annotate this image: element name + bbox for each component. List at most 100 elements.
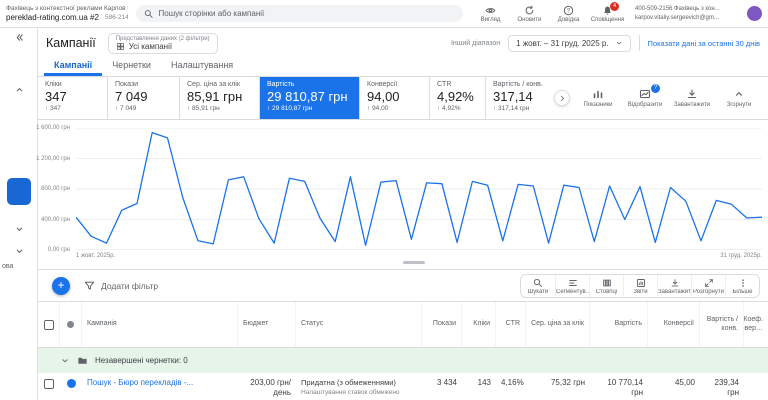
- scorecard-strip: Кліки 347 ↑ 347 Покази 7 049 ↑ 7 049 Сер…: [38, 76, 768, 120]
- campaign-budget[interactable]: 203,00 грн/день: [238, 378, 296, 399]
- action-label: Вигляд: [480, 16, 501, 23]
- metrics-button[interactable]: Показники: [577, 88, 619, 108]
- chevron-right-icon: [560, 95, 564, 101]
- table-toolbar: + Додати фільтр Шукати Сегментув... Стов…: [38, 270, 768, 302]
- download-table-button[interactable]: Завантажит...: [657, 274, 691, 297]
- scorecard-impressions[interactable]: Покази 7 049 ↑ 7 049: [108, 77, 180, 119]
- campaign-status-cell: Придатна (з обмеженнями) Налаштування ст…: [296, 378, 422, 397]
- scorecard-label: Конверсії: [367, 81, 398, 88]
- help-button[interactable]: ? Довідка: [549, 5, 588, 23]
- scorecard-delta: ↑ 29 810,87 грн: [267, 105, 313, 112]
- scorecard-delta: ↑ 7 049: [115, 105, 137, 112]
- report-chart-icon: [636, 278, 645, 287]
- scorecard-value: 29 810,87 грн: [267, 89, 348, 104]
- nav-selected-item[interactable]: [7, 178, 31, 205]
- header-status[interactable]: Статус: [296, 302, 422, 347]
- date-range-picker[interactable]: 1 жовт. – 31 груд. 2025 р.: [508, 34, 631, 52]
- account-name: pereklad-rating.com.ua #2: [6, 13, 99, 22]
- campaign-tabs: Кампанії Чернетки Налаштування: [38, 58, 768, 76]
- scorecard-value: 94,00: [367, 89, 400, 104]
- row-checkbox[interactable]: [44, 379, 54, 389]
- user-email: karpov.vitaliy.sergeevich@gm...: [635, 14, 719, 21]
- header-status-dot-cell: [60, 302, 82, 347]
- account-id: 586-214-3848: [104, 14, 128, 21]
- scorecard-value: 317,14: [493, 89, 533, 104]
- appearance-button[interactable]: Вигляд: [471, 5, 510, 23]
- chart-canvas: [76, 128, 762, 250]
- download-chart-button[interactable]: Завантажити: [671, 88, 713, 108]
- user-account-line: 400-509-2156 Фахівець з кон...: [635, 6, 720, 13]
- segment-icon: [568, 279, 577, 286]
- chevron-down-icon: [16, 227, 22, 231]
- avatar[interactable]: [747, 6, 762, 21]
- header-cost[interactable]: Вартість: [590, 302, 648, 347]
- tool-label: Сегментув...: [556, 288, 589, 295]
- page-title: Кампанії: [46, 36, 96, 50]
- header-campaign[interactable]: Кампанія: [82, 302, 238, 347]
- chevron-down-icon[interactable]: [60, 356, 70, 366]
- header-impressions[interactable]: Покази: [422, 302, 462, 347]
- tab-settings[interactable]: Налаштування: [161, 58, 243, 76]
- scorecard-conversions[interactable]: Конверсії 94,00 ↑ 94,00: [360, 77, 430, 119]
- nav-chevron-up[interactable]: [0, 84, 38, 95]
- search-bar[interactable]: [136, 5, 463, 22]
- drafts-group-row[interactable]: Незавершені чернетки: 0: [38, 348, 768, 374]
- scorecard-cost-per-conv[interactable]: Вартість / конв. 317,14 ↑ 317,14 грн: [486, 77, 550, 119]
- table-row[interactable]: Пошук - Бюро перекладів -... 203,00 грн/…: [38, 374, 768, 400]
- scorecard-delta: ↑ 317,14 грн: [493, 105, 530, 112]
- google-ads-app: Фахівець з контекстної реклами Карпов Ві…: [0, 0, 768, 400]
- chart-resize-handle[interactable]: [403, 261, 425, 264]
- header-budget[interactable]: Бюджет: [238, 302, 296, 347]
- expand-icon: [704, 278, 713, 287]
- scorecard-label: Сер. ціна за клік: [187, 81, 240, 88]
- header-avg-cpc[interactable]: Сер. ціна за клік: [526, 302, 590, 347]
- user-info: 400-509-2156 Фахівець з кон... karpov.vi…: [635, 5, 739, 21]
- x-axis-start-label: 1 жовт. 2025р.: [76, 253, 116, 259]
- show-last-30-days-link[interactable]: Показати дані за останні 30 днів: [648, 39, 760, 48]
- header-cost-per-conv[interactable]: Вартість / конв.: [700, 302, 744, 347]
- campaign-name-link[interactable]: Пошук - Бюро перекладів -...: [82, 378, 238, 388]
- expand-button[interactable]: Розгорнути: [691, 274, 725, 297]
- tab-drafts[interactable]: Чернетки: [102, 58, 161, 76]
- more-button[interactable]: Більше: [725, 274, 759, 297]
- chevron-up-icon: [16, 88, 22, 92]
- scorecard-avg-cpc[interactable]: Сер. ціна за клік 85,91 грн ↑ 85,91 грн: [180, 77, 260, 119]
- tool-label: Звіти: [633, 288, 648, 295]
- scorecard-ctr[interactable]: CTR 4,92% ↑ 4,92%: [430, 77, 486, 119]
- header-conv-rate[interactable]: Коеф. конвер…: [744, 302, 768, 347]
- reports-button[interactable]: Звіти: [623, 274, 657, 297]
- action-label: Довідка: [557, 16, 580, 23]
- add-filter-button[interactable]: Додати фільтр: [84, 280, 158, 291]
- header-ctr[interactable]: CTR: [496, 302, 526, 347]
- select-all-checkbox[interactable]: [43, 319, 54, 330]
- new-campaign-button[interactable]: +: [52, 276, 70, 295]
- collapse-chart-button[interactable]: Згорнути: [718, 88, 760, 108]
- scorecard-label: Вартість: [267, 81, 295, 88]
- nav-chevron-down-1[interactable]: [0, 224, 38, 235]
- account-selector[interactable]: pereklad-rating.com.ua #2 586-214-3848: [6, 13, 128, 22]
- scorecard-cost[interactable]: Вартість 29 810,87 грн ↑ 29 810,87 грн: [260, 77, 360, 119]
- data-view-selector[interactable]: Представлення даних (2 фільтри) Усі камп…: [107, 32, 218, 54]
- date-range-caption: Інший діапазон: [450, 39, 501, 47]
- segment-button[interactable]: Сегментув...: [555, 274, 589, 297]
- collapse-sidebar-button[interactable]: [0, 32, 38, 43]
- notifications-button[interactable]: 4 Сповіщення: [588, 1, 627, 23]
- performance-chart: 0,00 грн 400,00 грн 800,00 грн 1 200,00 грн…: [36, 120, 768, 270]
- scorecard-delta: ↑ 94,00: [367, 105, 389, 112]
- row-status-dot-cell: [60, 378, 82, 388]
- scorecard-clicks[interactable]: Кліки 347 ↑ 347: [38, 77, 108, 119]
- campaign-cost-per-conv: 239,34 грн: [714, 378, 739, 398]
- nav-chevron-down-2[interactable]: [0, 246, 38, 257]
- columns-button[interactable]: Стовпці: [589, 274, 623, 297]
- table-search-button[interactable]: Шукати: [521, 275, 555, 297]
- account-area: Фахівець з контекстної реклами Карпов Ві…: [6, 5, 128, 22]
- display-button[interactable]: ? Відобразити: [624, 84, 666, 108]
- header-conversions[interactable]: Конверсії: [648, 302, 700, 347]
- scorecard-label: Кліки: [45, 81, 62, 88]
- scorecard-label: CTR: [437, 81, 452, 88]
- scorecards-scroll-right-button[interactable]: [554, 90, 570, 106]
- header-clicks[interactable]: Кліки: [462, 302, 496, 347]
- refresh-button[interactable]: Оновити: [510, 5, 549, 23]
- tab-campaigns[interactable]: Кампанії: [44, 58, 103, 76]
- search-input[interactable]: [158, 9, 455, 18]
